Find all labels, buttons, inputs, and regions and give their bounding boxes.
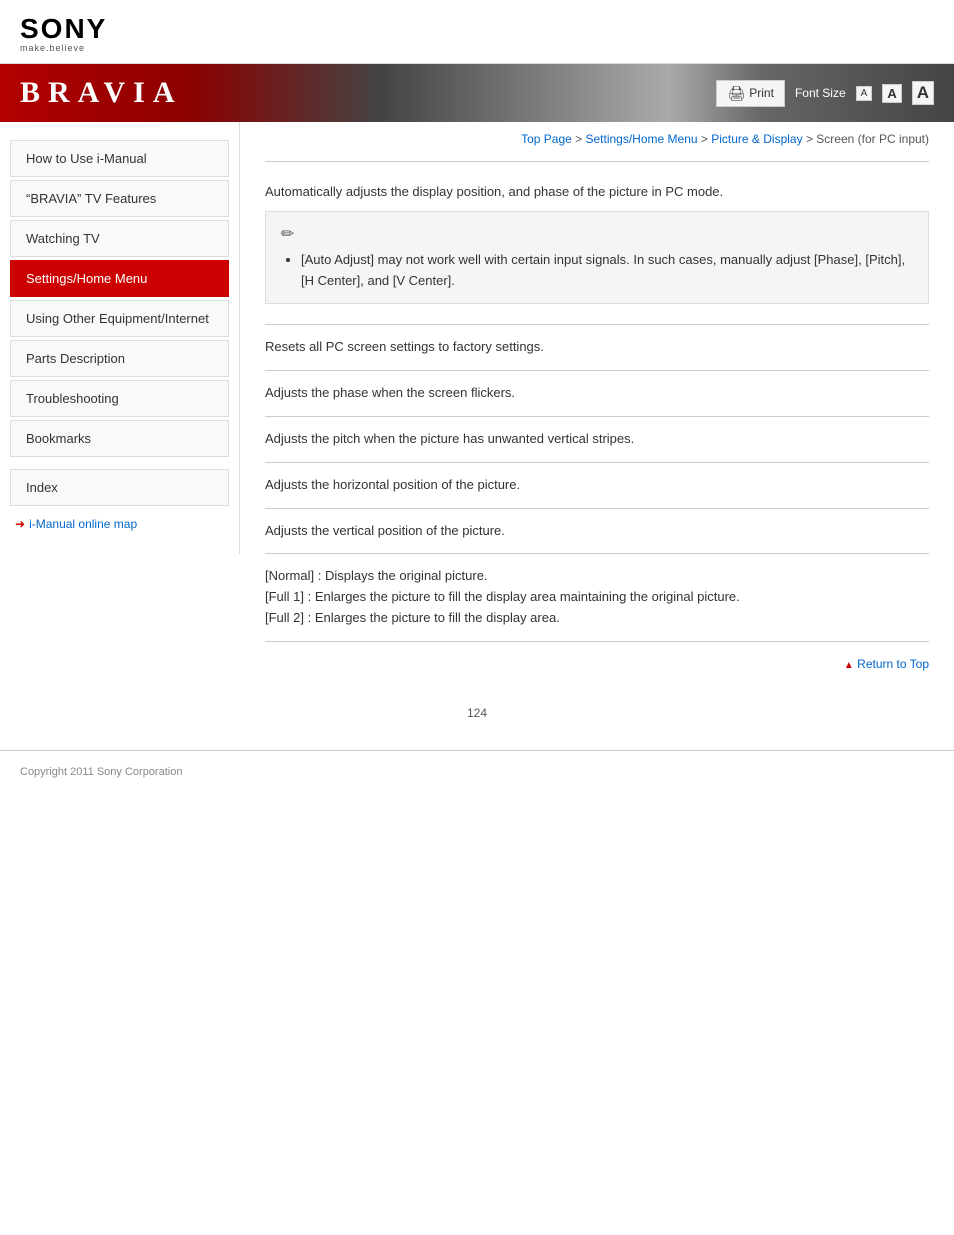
printer-icon bbox=[727, 85, 745, 102]
sidebar-item-index[interactable]: Index bbox=[10, 469, 229, 506]
sony-text: SONY bbox=[20, 15, 934, 43]
section-phase: Adjusts the phase when the screen flicke… bbox=[265, 371, 929, 417]
page-header: SONY make.believe bbox=[0, 0, 954, 64]
font-size-label: Font Size bbox=[795, 86, 846, 100]
section-reset: Resets all PC screen settings to factory… bbox=[265, 325, 929, 371]
banner-controls: Print Font Size A A A bbox=[716, 80, 934, 107]
sidebar-item-troubleshooting[interactable]: Troubleshooting bbox=[10, 380, 229, 417]
sidebar-item-how-to-use[interactable]: How to Use i-Manual bbox=[10, 140, 229, 177]
main-layout: How to Use i-Manual “BRAVIA” TV Features… bbox=[0, 122, 954, 696]
section-reset-text: Resets all PC screen settings to factory… bbox=[265, 337, 929, 358]
section-auto-adjust-text: Automatically adjusts the display positi… bbox=[265, 182, 929, 203]
note-icon: ✏ bbox=[281, 224, 913, 244]
section-auto-adjust: Automatically adjusts the display positi… bbox=[265, 170, 929, 325]
section-v-center: Adjusts the vertical position of the pic… bbox=[265, 509, 929, 555]
return-to-top-link[interactable]: ▲ Return to Top bbox=[844, 657, 929, 671]
print-button[interactable]: Print bbox=[716, 80, 784, 107]
sidebar-online-map-link[interactable]: ➜ i-Manual online map bbox=[0, 509, 239, 539]
section-phase-text: Adjusts the phase when the screen flicke… bbox=[265, 383, 929, 404]
copyright-text: Copyright 2011 Sony Corporation bbox=[20, 766, 182, 778]
section-pitch: Adjusts the pitch when the picture has u… bbox=[265, 417, 929, 463]
section-h-center-text: Adjusts the horizontal position of the p… bbox=[265, 475, 929, 496]
breadcrumb-picture-display[interactable]: Picture & Display bbox=[711, 132, 802, 146]
breadcrumb-sep3: > bbox=[803, 132, 813, 146]
breadcrumb-current: Screen (for PC input) bbox=[813, 132, 929, 146]
page-number: 124 bbox=[0, 696, 954, 730]
note-box-auto-adjust: ✏ [Auto Adjust] may not work well with c… bbox=[265, 211, 929, 305]
sidebar-item-using-other-equipment[interactable]: Using Other Equipment/Internet bbox=[10, 300, 229, 337]
section-wide-mode: [Normal] : Displays the original picture… bbox=[265, 554, 929, 641]
section-h-center: Adjusts the horizontal position of the p… bbox=[265, 463, 929, 509]
content-area: Top Page > Settings/Home Menu > Picture … bbox=[240, 122, 954, 696]
return-to-top[interactable]: ▲ Return to Top bbox=[265, 642, 929, 676]
arrow-icon: ➜ bbox=[15, 517, 25, 531]
top-divider bbox=[265, 161, 929, 162]
bravia-banner: BRAVIA Print Font Size A A A bbox=[0, 64, 954, 122]
breadcrumb-settings[interactable]: Settings/Home Menu bbox=[585, 132, 697, 146]
sidebar-item-parts-description[interactable]: Parts Description bbox=[10, 340, 229, 377]
section-v-center-text: Adjusts the vertical position of the pic… bbox=[265, 521, 929, 542]
font-small-button[interactable]: A bbox=[856, 86, 873, 101]
sidebar-item-watching-tv[interactable]: Watching TV bbox=[10, 220, 229, 257]
sidebar-item-settings-home-menu[interactable]: Settings/Home Menu bbox=[10, 260, 229, 297]
breadcrumb: Top Page > Settings/Home Menu > Picture … bbox=[265, 132, 929, 146]
font-medium-button[interactable]: A bbox=[882, 84, 901, 103]
breadcrumb-top-page[interactable]: Top Page bbox=[521, 132, 572, 146]
sidebar-item-bravia-features[interactable]: “BRAVIA” TV Features bbox=[10, 180, 229, 217]
bravia-title: BRAVIA bbox=[20, 76, 182, 110]
print-label: Print bbox=[749, 86, 774, 100]
breadcrumb-sep2: > bbox=[698, 132, 712, 146]
online-map-label: i-Manual online map bbox=[29, 517, 137, 531]
note-text-auto-adjust: [Auto Adjust] may not work well with cer… bbox=[301, 250, 913, 292]
footer: Copyright 2011 Sony Corporation bbox=[0, 750, 954, 793]
section-pitch-text: Adjusts the pitch when the picture has u… bbox=[265, 429, 929, 450]
font-large-button[interactable]: A bbox=[912, 81, 934, 105]
sony-tagline: make.believe bbox=[20, 43, 934, 53]
section-wide-mode-text: [Normal] : Displays the original picture… bbox=[265, 566, 929, 628]
sidebar: How to Use i-Manual “BRAVIA” TV Features… bbox=[0, 122, 240, 554]
triangle-up-icon: ▲ bbox=[844, 660, 854, 671]
breadcrumb-sep1: > bbox=[572, 132, 586, 146]
sony-logo: SONY make.believe bbox=[20, 15, 934, 53]
sidebar-item-bookmarks[interactable]: Bookmarks bbox=[10, 420, 229, 457]
return-to-top-label: Return to Top bbox=[857, 657, 929, 671]
